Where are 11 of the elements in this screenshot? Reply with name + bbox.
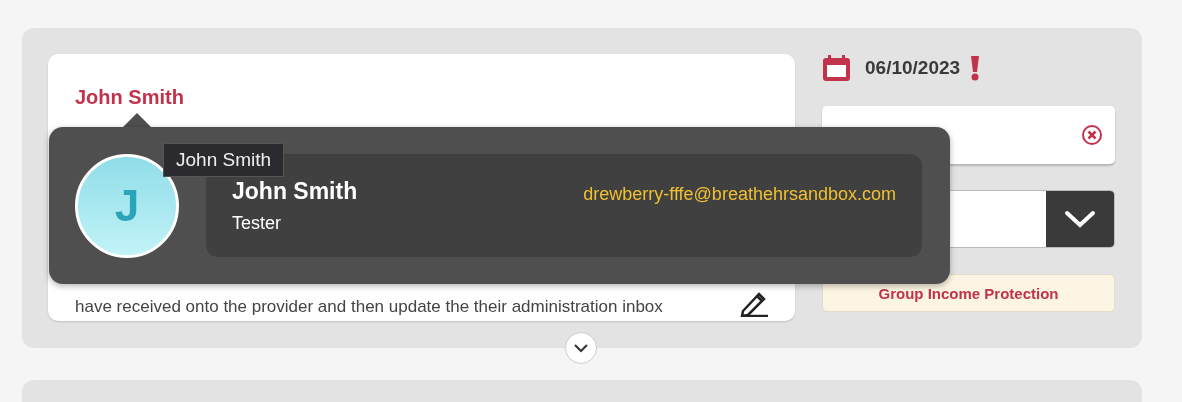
clear-icon[interactable] (1081, 124, 1103, 146)
chevron-down-icon (1064, 210, 1096, 228)
card-text: have received onto the provider and then update the their administration inbox (75, 297, 663, 317)
due-date: 06/10/2023 (865, 57, 961, 79)
email-link[interactable]: drewberry-fffe@breathehrsandbox.com (583, 184, 896, 205)
expand-button[interactable] (565, 332, 597, 364)
author-link[interactable]: John Smith (75, 86, 769, 109)
profile-name: John Smith (232, 177, 358, 205)
calendar-icon (822, 54, 851, 82)
chevron-down-icon (573, 343, 589, 353)
profile-role: Tester (232, 212, 283, 234)
